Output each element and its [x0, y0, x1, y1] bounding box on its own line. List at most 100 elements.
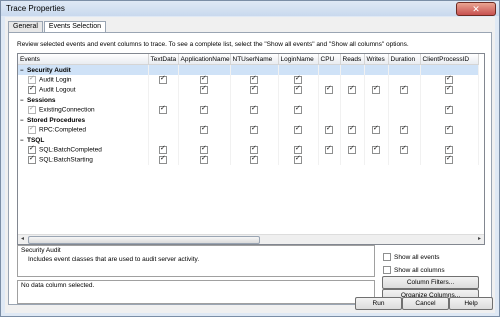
- column-cell-duration[interactable]: [388, 125, 421, 135]
- column-checkbox[interactable]: [400, 85, 408, 94]
- event-row[interactable]: Audit Login: [18, 75, 479, 85]
- column-checkbox[interactable]: [325, 145, 333, 154]
- column-checkbox[interactable]: [400, 125, 408, 134]
- column-cell-applicationname[interactable]: [178, 105, 231, 115]
- horizontal-scrollbar[interactable]: ◂ ▸: [18, 234, 484, 244]
- column-checkbox[interactable]: [250, 155, 258, 164]
- event-row[interactable]: SQL:BatchStarting: [18, 155, 479, 165]
- column-checkbox[interactable]: [372, 125, 380, 134]
- column-cell-loginname[interactable]: [278, 85, 319, 95]
- collapse-icon[interactable]: −: [20, 138, 25, 144]
- column-cell-reads[interactable]: [340, 155, 365, 165]
- column-header-writes[interactable]: Writes: [364, 54, 389, 65]
- column-header-ntusername[interactable]: NTUserName: [230, 54, 279, 65]
- column-cell-cpu[interactable]: [318, 125, 341, 135]
- column-cell-cpu[interactable]: [318, 85, 341, 95]
- column-cell-loginname[interactable]: [278, 145, 319, 155]
- column-cell-cpu[interactable]: [318, 105, 341, 115]
- column-checkbox[interactable]: [250, 85, 258, 94]
- column-checkbox[interactable]: [445, 155, 453, 164]
- column-cell-applicationname[interactable]: [178, 85, 231, 95]
- column-checkbox[interactable]: [159, 145, 167, 154]
- column-cell-duration[interactable]: [388, 85, 421, 95]
- column-cell-ntusername[interactable]: [230, 125, 279, 135]
- column-checkbox[interactable]: [294, 105, 302, 114]
- event-checkbox[interactable]: [28, 125, 36, 134]
- column-checkbox[interactable]: [200, 85, 208, 94]
- column-header-duration[interactable]: Duration: [388, 54, 421, 65]
- show-all-columns-option[interactable]: Show all columns: [383, 266, 445, 274]
- column-checkbox[interactable]: [250, 105, 258, 114]
- column-cell-writes[interactable]: [364, 75, 389, 85]
- cancel-button[interactable]: Cancel: [402, 297, 449, 310]
- column-checkbox[interactable]: [372, 145, 380, 154]
- column-cell-applicationname[interactable]: [178, 145, 231, 155]
- column-cell-ntusername[interactable]: [230, 105, 279, 115]
- column-cell-loginname[interactable]: [278, 125, 319, 135]
- column-cell-duration[interactable]: [388, 75, 421, 85]
- column-cell-clientprocessid[interactable]: [420, 125, 479, 135]
- column-header-textdata[interactable]: TextData: [148, 54, 179, 65]
- event-checkbox[interactable]: [28, 145, 36, 154]
- event-checkbox[interactable]: [28, 155, 36, 164]
- column-checkbox[interactable]: [200, 155, 208, 164]
- event-row[interactable]: RPC:Completed: [18, 125, 479, 135]
- collapse-icon[interactable]: −: [20, 98, 25, 104]
- column-checkbox[interactable]: [250, 75, 258, 84]
- column-cell-textdata[interactable]: [148, 105, 179, 115]
- collapse-icon[interactable]: −: [20, 68, 25, 74]
- column-cell-writes[interactable]: [364, 155, 389, 165]
- column-cell-writes[interactable]: [364, 85, 389, 95]
- show-all-events-option[interactable]: Show all events: [383, 253, 440, 261]
- column-cell-applicationname[interactable]: [178, 75, 231, 85]
- title-bar[interactable]: Trace Properties ✕: [1, 1, 499, 16]
- column-cell-textdata[interactable]: [148, 125, 179, 135]
- scroll-right-icon[interactable]: ▸: [475, 235, 484, 244]
- column-cell-applicationname[interactable]: [178, 125, 231, 135]
- run-button[interactable]: Run: [355, 297, 402, 310]
- column-cell-clientprocessid[interactable]: [420, 105, 479, 115]
- event-row[interactable]: Audit Logout: [18, 85, 479, 95]
- column-cell-clientprocessid[interactable]: [420, 145, 479, 155]
- column-checkbox[interactable]: [348, 145, 356, 154]
- column-checkbox[interactable]: [294, 75, 302, 84]
- column-cell-clientprocessid[interactable]: [420, 155, 479, 165]
- category-row[interactable]: − TSQL: [18, 135, 479, 145]
- column-checkbox[interactable]: [200, 125, 208, 134]
- column-checkbox[interactable]: [445, 125, 453, 134]
- category-row[interactable]: − Security Audit: [18, 64, 479, 75]
- column-checkbox[interactable]: [445, 145, 453, 154]
- event-checkbox[interactable]: [28, 75, 36, 84]
- category-row[interactable]: − Sessions: [18, 95, 479, 105]
- column-cell-clientprocessid[interactable]: [420, 75, 479, 85]
- column-cell-applicationname[interactable]: [178, 155, 231, 165]
- column-cell-textdata[interactable]: [148, 85, 179, 95]
- column-cell-reads[interactable]: [340, 75, 365, 85]
- column-cell-reads[interactable]: [340, 145, 365, 155]
- column-cell-reads[interactable]: [340, 85, 365, 95]
- column-header-applicationname[interactable]: ApplicationName: [178, 54, 231, 65]
- column-cell-duration[interactable]: [388, 105, 421, 115]
- column-checkbox[interactable]: [294, 85, 302, 94]
- column-cell-reads[interactable]: [340, 125, 365, 135]
- column-cell-cpu[interactable]: [318, 75, 341, 85]
- collapse-icon[interactable]: −: [20, 118, 25, 124]
- column-cell-ntusername[interactable]: [230, 145, 279, 155]
- column-cell-clientprocessid[interactable]: [420, 85, 479, 95]
- column-cell-loginname[interactable]: [278, 155, 319, 165]
- column-checkbox[interactable]: [445, 105, 453, 114]
- close-button[interactable]: ✕: [456, 2, 496, 16]
- column-checkbox[interactable]: [159, 75, 167, 84]
- show-all-columns-checkbox[interactable]: [383, 266, 391, 274]
- column-cell-textdata[interactable]: [148, 155, 179, 165]
- column-cell-ntusername[interactable]: [230, 155, 279, 165]
- column-cell-writes[interactable]: [364, 145, 389, 155]
- column-header-clientprocessid[interactable]: ClientProcessID: [420, 54, 479, 65]
- column-cell-cpu[interactable]: [318, 155, 341, 165]
- column-checkbox[interactable]: [200, 145, 208, 154]
- column-checkbox[interactable]: [200, 75, 208, 84]
- scroll-left-icon[interactable]: ◂: [18, 235, 27, 244]
- category-row[interactable]: − Stored Procedures: [18, 115, 479, 125]
- column-header-events[interactable]: Events: [18, 54, 149, 65]
- column-checkbox[interactable]: [372, 85, 380, 94]
